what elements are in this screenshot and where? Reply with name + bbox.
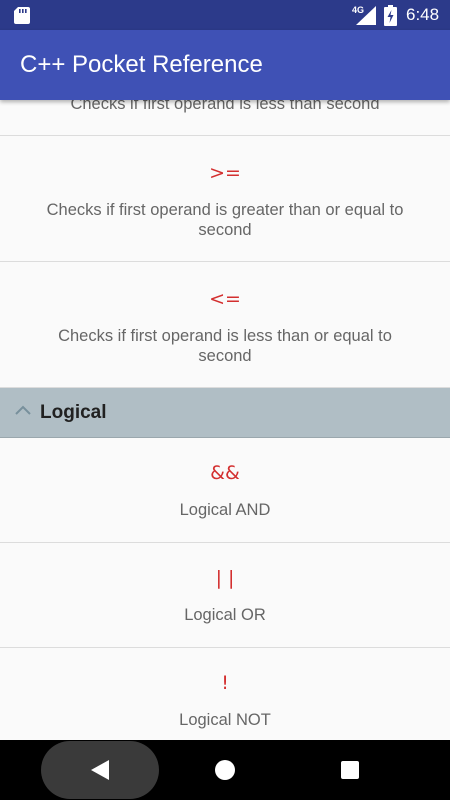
back-icon[interactable] — [91, 760, 109, 780]
home-icon[interactable] — [215, 760, 235, 780]
list-item-logical-not[interactable]: ! Logical NOT — [0, 648, 450, 740]
operator-symbol: >= — [209, 162, 241, 184]
chevron-up-icon — [15, 405, 31, 415]
app-bar: C++ Pocket Reference — [0, 30, 450, 100]
list-item-less-than[interactable]: < Checks if first operand is less than s… — [0, 100, 450, 136]
section-header-logical[interactable]: Logical — [0, 388, 450, 438]
operator-symbol: && — [210, 462, 240, 484]
signal-icon — [356, 6, 376, 25]
operator-symbol: | | — [215, 567, 235, 589]
section-label: Logical — [40, 402, 107, 423]
navigation-bar — [0, 740, 450, 800]
operator-symbol: ! — [221, 672, 229, 694]
operator-description: Checks if first operand is greater than … — [46, 201, 404, 239]
reference-list[interactable]: < Checks if first operand is less than s… — [0, 100, 450, 740]
app-title: C++ Pocket Reference — [20, 51, 263, 78]
operator-description: Logical AND — [179, 501, 271, 519]
recents-icon[interactable] — [341, 761, 359, 779]
clock: 6:48 — [406, 5, 440, 24]
status-bar: 4G 6:48 — [0, 0, 450, 30]
operator-description: Checks if first operand is less than sec… — [70, 100, 380, 113]
operator-description: Checks if first operand is less than or … — [58, 327, 392, 365]
list-item-greater-equal[interactable]: >= Checks if first operand is greater th… — [0, 136, 450, 262]
list-item-logical-and[interactable]: && Logical AND — [0, 438, 450, 543]
list-item-logical-or[interactable]: | | Logical OR — [0, 543, 450, 648]
operator-symbol: <= — [209, 288, 241, 310]
operator-description: Logical NOT — [179, 711, 271, 729]
operator-description: Logical OR — [184, 606, 266, 624]
battery-icon — [384, 5, 397, 26]
list-item-less-equal[interactable]: <= Checks if first operand is less than … — [0, 262, 450, 388]
sd-card-icon — [14, 7, 30, 24]
